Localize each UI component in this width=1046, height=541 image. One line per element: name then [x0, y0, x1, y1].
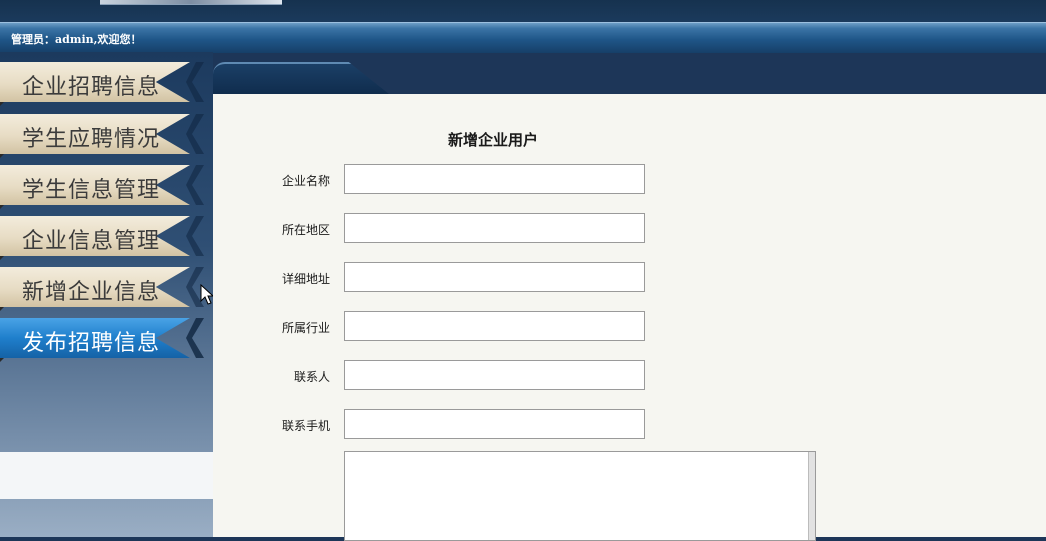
sidebar-item-label: 学生信息管理: [22, 178, 161, 203]
content-tab-header: [213, 62, 394, 98]
sidebar-item-label: 企业信息管理: [22, 229, 161, 254]
region-input[interactable]: [344, 213, 645, 243]
description-textarea[interactable]: [344, 451, 816, 541]
sidebar-item-label: 新增企业信息: [22, 280, 161, 305]
sidebar-item-student-management[interactable]: 学生信息管理: [0, 165, 205, 209]
admin-greeting: 管理员：admin,欢迎您！: [11, 33, 142, 46]
contact-phone-input[interactable]: [344, 409, 645, 439]
sidebar-item-label: 企业招聘信息: [22, 75, 161, 100]
company-name-label: 企业名称: [281, 174, 330, 188]
form-title: 新增企业用户: [447, 131, 538, 149]
address-label: 详细地址: [281, 272, 330, 286]
sidebar-item-student-applications[interactable]: 学生应聘情况: [0, 114, 205, 158]
sidebar: 企业招聘信息 学生应聘情况 学生信息管理 企业信息管理 新增企业信息 发布招聘信…: [0, 52, 213, 537]
address-input[interactable]: [344, 262, 645, 292]
top-banner: [0, 0, 1046, 22]
sidebar-item-add-company[interactable]: 新增企业信息: [0, 267, 205, 311]
contact-person-label: 联系人: [293, 370, 330, 384]
company-name-input[interactable]: [344, 164, 645, 194]
sidebar-blank-area: [0, 452, 213, 499]
sidebar-item-label: 发布招聘信息: [22, 331, 161, 356]
contact-person-input[interactable]: [344, 360, 645, 390]
textarea-scrollbar[interactable]: [808, 452, 815, 540]
banner-image: [100, 0, 282, 5]
contact-phone-label: 联系手机: [281, 419, 330, 433]
header-bar: 管理员：admin,欢迎您！: [0, 22, 1046, 53]
sidebar-item-publish-job[interactable]: 发布招聘信息: [0, 318, 205, 362]
main-content-panel: 新增企业用户 企业名称 所在地区 详细地址 所属行业 联系人 联系手机: [213, 94, 1046, 541]
sidebar-item-company-management[interactable]: 企业信息管理: [0, 216, 205, 260]
sidebar-item-label: 学生应聘情况: [22, 127, 161, 152]
industry-input[interactable]: [344, 311, 645, 341]
sidebar-item-job-postings[interactable]: 企业招聘信息: [0, 62, 205, 106]
region-label: 所在地区: [281, 223, 330, 237]
industry-label: 所属行业: [281, 321, 330, 335]
